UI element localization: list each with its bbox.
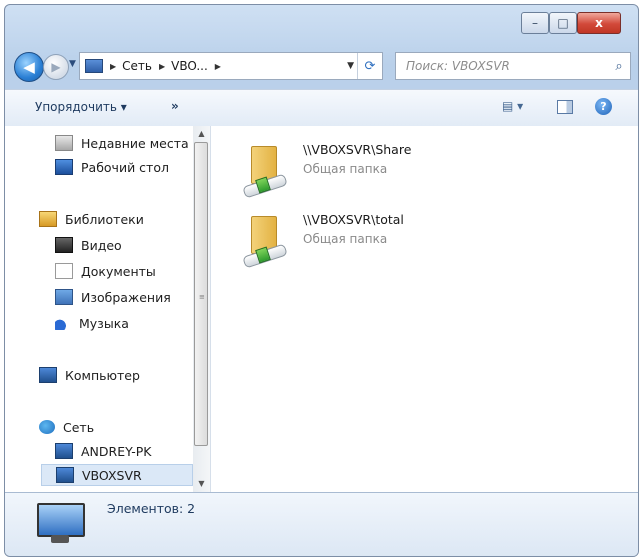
arrow-left-icon: ◀ [23, 58, 35, 76]
breadcrumb-expand[interactable]: ▶ [215, 62, 227, 71]
breadcrumb-network-label: Сеть [122, 59, 152, 73]
maximize-button[interactable]: □ [549, 12, 577, 34]
address-dropdown-icon[interactable]: ▼ [347, 61, 354, 71]
recent-pages-dropdown[interactable]: ▼ [69, 59, 76, 69]
sidebar-item-video[interactable]: Видео [5, 234, 122, 256]
command-bar: Упорядочить ▾ » ▤ ▾ ? [5, 89, 638, 127]
navigation-bar: ◀ ▶ ▼ ▶ Сеть ▶ VBO... ▶ ▼ ⟳ ⌕ [5, 43, 638, 89]
change-view-button[interactable]: ▤ ▾ [502, 99, 523, 113]
monitor-stand [51, 535, 69, 543]
help-icon: ? [600, 100, 607, 113]
sidebar-item-label: Рабочий стол [81, 159, 169, 175]
sidebar-item-documents[interactable]: Документы [5, 260, 156, 282]
libraries-icon [39, 211, 57, 227]
shared-network-folder-icon [242, 210, 299, 269]
sidebar-item-label: Компьютер [65, 367, 140, 383]
folder-name: \\VBOXSVR\Share [303, 142, 412, 157]
back-button[interactable]: ◀ [14, 52, 44, 82]
scroll-down-icon[interactable]: ▼ [193, 476, 210, 492]
scrollbar-thumb[interactable]: ≡ [194, 142, 208, 446]
search-icon[interactable]: ⌕ [608, 59, 630, 74]
item-count: Элементов: 2 [107, 501, 196, 516]
sidebar-item-desktop[interactable]: Рабочий стол [5, 156, 169, 178]
sidebar-item-computer[interactable]: Компьютер [5, 364, 140, 386]
forward-button[interactable]: ▶ [43, 54, 69, 80]
sidebar-item-label: Сеть [63, 419, 95, 435]
scroll-up-icon[interactable]: ▲ [193, 126, 210, 142]
navigation-pane: Недавние места Рабочий стол Библиотеки В… [5, 126, 211, 492]
preview-pane-button[interactable] [557, 100, 573, 114]
desktop-icon [55, 159, 73, 175]
sidebar-item-vboxsvr[interactable]: VBOXSVR [41, 464, 193, 486]
arrow-right-icon: ▶ [51, 60, 61, 74]
title-bar: – □ x [5, 5, 638, 43]
details-pane: Элементов: 2 [5, 492, 638, 556]
more-commands-button[interactable]: » [171, 99, 179, 113]
shared-folder-item[interactable]: \\VBOXSVR\Share Общая папка [242, 136, 483, 199]
network-computer-icon [85, 59, 103, 73]
search-input[interactable] [404, 58, 608, 74]
close-button[interactable]: x [577, 12, 621, 34]
refresh-button[interactable]: ⟳ [357, 53, 382, 79]
sidebar-item-libraries[interactable]: Библиотеки [5, 208, 144, 230]
breadcrumb-vboxsvr-label: VBO... [171, 59, 208, 73]
shared-folder-item[interactable]: \\VBOXSVR\total Общая папка [242, 206, 483, 269]
sidebar-item-label: ANDREY-PK [81, 443, 152, 459]
chevron-right-icon: ▶ [110, 61, 117, 71]
help-button[interactable]: ? [595, 98, 612, 115]
folder-name: \\VBOXSVR\total [303, 212, 404, 227]
sidebar-item-pictures[interactable]: Изображения [5, 286, 171, 308]
folder-type: Общая папка [303, 232, 388, 246]
breadcrumb-vboxsvr[interactable]: ▶ VBO... [159, 59, 208, 73]
computer-icon [39, 367, 57, 383]
chevron-right-icon: ▶ [158, 61, 166, 71]
explorer-window: – □ x ◀ ▶ ▼ ▶ Сеть ▶ VBO... ▶ ▼ ⟳ ⌕ [4, 4, 639, 557]
recent-places-icon [55, 135, 73, 151]
sidebar-item-label: VBOXSVR [82, 467, 142, 483]
organize-button[interactable]: Упорядочить ▾ [35, 100, 127, 114]
sidebar-item-music[interactable]: Музыка [5, 312, 129, 334]
folder-type: Общая папка [303, 162, 388, 176]
file-list: \\VBOXSVR\Share Общая папка \\VBOXSVR\to… [211, 126, 638, 492]
video-icon [55, 237, 73, 253]
network-computer-icon [56, 467, 74, 483]
sidebar-scrollbar[interactable]: ▲ ≡ ▼ [193, 126, 210, 492]
sidebar-item-label: Видео [81, 237, 122, 253]
computer-monitor-icon [37, 503, 85, 537]
sidebar-item-label: Музыка [79, 315, 129, 331]
refresh-icon: ⟳ [364, 58, 376, 74]
shared-network-folder-icon [242, 140, 299, 199]
sidebar-item-network[interactable]: Сеть [5, 416, 94, 438]
sidebar-item-label: Изображения [81, 289, 171, 305]
network-icon [39, 420, 55, 434]
breadcrumb-network[interactable]: ▶ Сеть [110, 59, 152, 73]
sidebar-item-label: Недавние места [81, 135, 189, 151]
network-computer-icon [55, 443, 73, 459]
chevron-right-icon: ▶ [214, 61, 221, 71]
grip-icon: ≡ [199, 293, 205, 301]
search-box[interactable]: ⌕ [395, 52, 631, 80]
minimize-button[interactable]: – [521, 12, 549, 34]
documents-icon [55, 263, 73, 279]
sidebar-item-label: Библиотеки [65, 211, 144, 227]
pictures-icon [55, 289, 73, 305]
sidebar-item-andrey-pk[interactable]: ANDREY-PK [5, 440, 152, 462]
music-icon [55, 316, 71, 330]
sidebar-item-recent-places[interactable]: Недавние места [5, 132, 189, 154]
address-bar[interactable]: ▶ Сеть ▶ VBO... ▶ ▼ ⟳ [79, 52, 383, 80]
sidebar-item-label: Документы [81, 263, 156, 279]
